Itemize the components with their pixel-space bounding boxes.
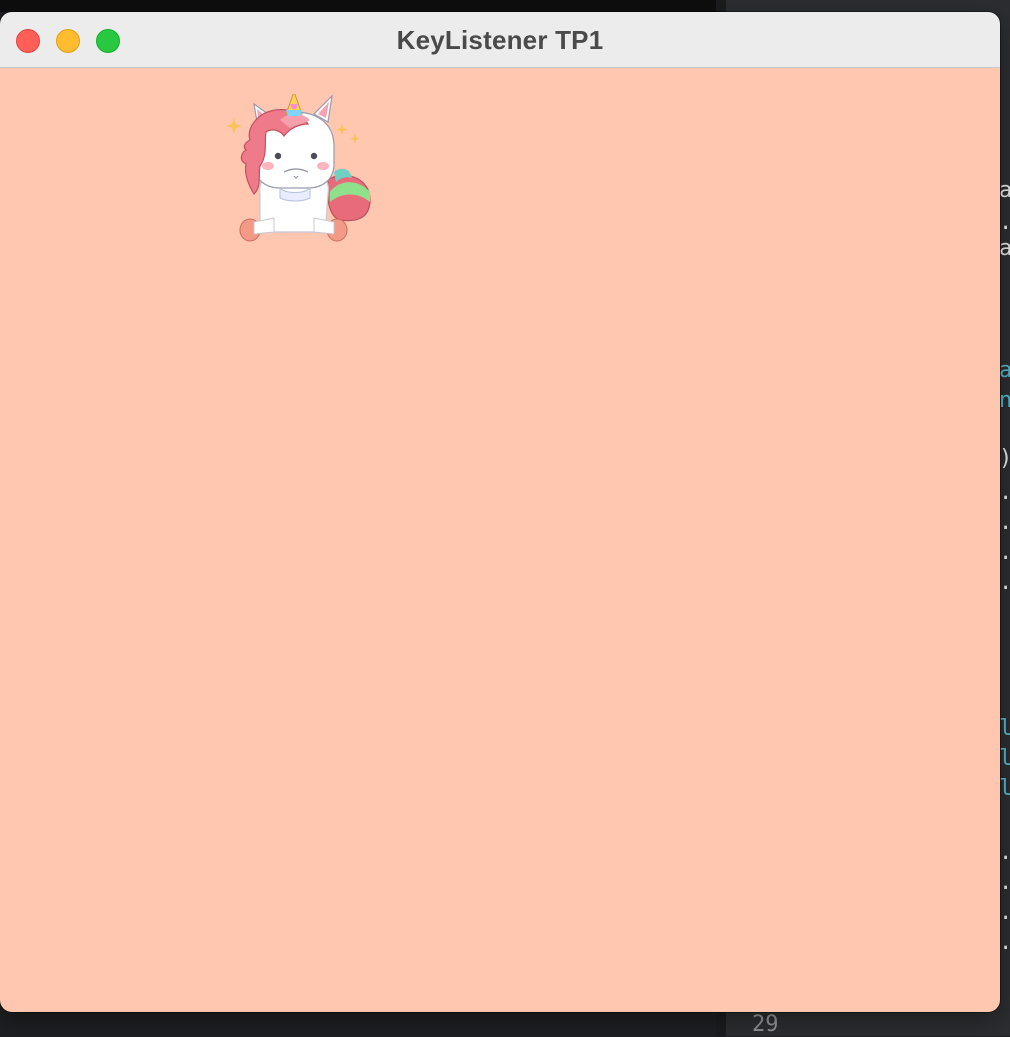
background-code-glyph: .: [999, 572, 1010, 594]
background-code-glyph: n: [999, 388, 1010, 413]
background-code-glyph: l: [999, 776, 1010, 801]
unicorn-sprite: [226, 94, 371, 242]
background-code-glyph: l: [999, 746, 1010, 771]
background-code-glyph: .: [999, 482, 1010, 504]
background-code-glyph: ): [999, 448, 1010, 470]
background-code-glyph: .: [999, 542, 1010, 564]
background-code-glyph: a: [999, 236, 1010, 261]
background-line-number: 29: [752, 1012, 779, 1037]
background-code-glyph: a: [999, 178, 1010, 203]
background-code-glyph: .: [999, 932, 1010, 954]
window-title: KeyListener TP1: [396, 25, 604, 55]
background-code-glyph: .: [999, 902, 1010, 924]
background-code-glyph: .: [999, 512, 1010, 534]
background-code-glyph: a: [999, 358, 1010, 383]
background-code-glyph: l: [999, 716, 1010, 741]
window-titlebar[interactable]: KeyListener TP1: [0, 12, 1000, 68]
key-listener-canvas[interactable]: [0, 68, 1000, 1012]
background-code-glyph: .: [999, 212, 1010, 234]
background-code-glyph: .: [999, 842, 1010, 864]
app-window: KeyListener TP1: [0, 12, 1000, 1012]
background-code-glyph: .: [999, 872, 1010, 894]
